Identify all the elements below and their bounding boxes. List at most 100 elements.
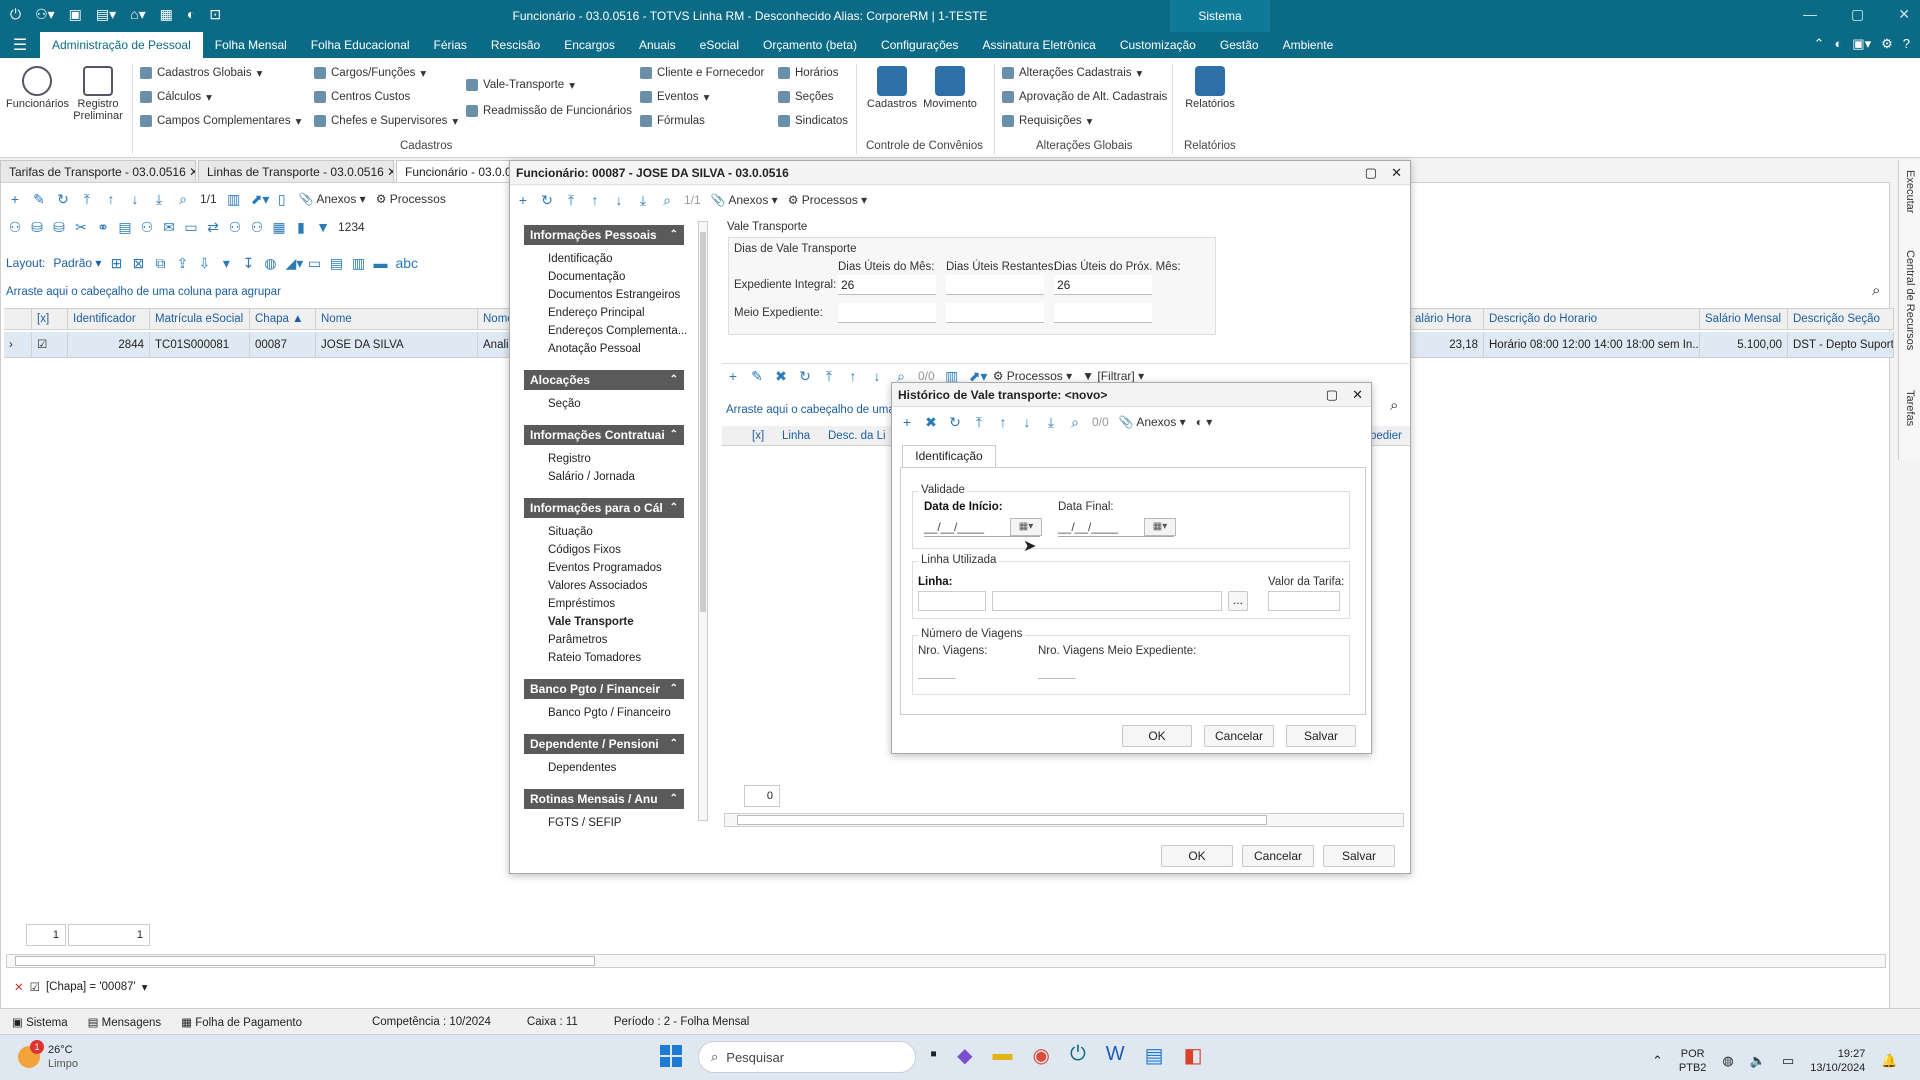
filter-dropdown-icon[interactable]: ▾ [142, 980, 148, 994]
chefes-supervisores-item[interactable]: Chefes e Supervisores ▾ [314, 110, 458, 132]
copilot-icon[interactable]: ◆ [957, 1043, 972, 1068]
layout-save-icon[interactable]: ▾ [219, 256, 233, 270]
first-icon[interactable]: ⤒ [972, 415, 986, 429]
nav-scroll-thumb[interactable] [700, 232, 706, 612]
link-icon[interactable]: ⚭ [96, 220, 110, 234]
delete-icon[interactable]: ✖ [924, 415, 938, 429]
view1-icon[interactable]: ▭ [307, 256, 321, 270]
grid-search-icon[interactable]: ⌕ [1872, 282, 1880, 299]
edit-icon[interactable]: ✎ [750, 369, 764, 383]
nav-vale-transporte[interactable]: Vale Transporte [548, 616, 634, 628]
inner-scroll-thumb[interactable] [737, 815, 1267, 825]
integral-dias-proximo-field[interactable]: 26 [1054, 275, 1152, 295]
search-icon[interactable]: ⌕ [660, 193, 674, 207]
collapse-icon[interactable]: ⌃ [670, 425, 678, 445]
collapse-icon[interactable]: ⌃ [670, 789, 678, 809]
centros-custos-item[interactable]: Centros Custos [314, 86, 410, 108]
weather-widget[interactable]: 1 26°C Limpo [18, 1040, 78, 1071]
registro-preliminar-button[interactable]: Registro Preliminar [72, 62, 124, 122]
maximize-icon[interactable]: ▢ [1851, 6, 1864, 23]
status-folha[interactable]: ▦ Folha de Pagamento [181, 1015, 302, 1029]
tab-rescisao[interactable]: Rescisão [479, 32, 552, 58]
nav-documentacao[interactable]: Documentação [548, 271, 625, 283]
tab-funcionario[interactable]: Funcionário - 03.0.051 [396, 160, 516, 182]
nav-secao[interactable]: Seção [548, 398, 581, 410]
tools-icon[interactable]: ✂ [74, 220, 88, 234]
layout-select[interactable]: Padrão ▾ [53, 256, 101, 270]
word-icon[interactable]: W [1106, 1043, 1125, 1068]
meio-dias-proximo-field[interactable] [1054, 303, 1152, 323]
eventos-item[interactable]: Eventos ▾ [640, 86, 709, 108]
collapse-icon[interactable]: ⌃ [670, 225, 678, 245]
valor-tarifa-field[interactable] [1268, 591, 1340, 611]
refresh-icon[interactable]: ↻ [540, 193, 554, 207]
relatorios-button[interactable]: Relatórios [1180, 62, 1240, 110]
dialog-anexos-button[interactable]: 📎 Anexos ▾ [1119, 415, 1186, 429]
nav-registro[interactable]: Registro [548, 453, 591, 465]
up-icon[interactable]: ↑ [104, 192, 118, 206]
up-icon[interactable]: ↑ [588, 193, 602, 207]
cancel-button[interactable]: Cancelar [1242, 845, 1314, 867]
calculos-item[interactable]: Cálculos ▾ [140, 86, 212, 108]
taskbar-search[interactable]: ⌕ Pesquisar [698, 1041, 916, 1073]
view3-icon[interactable]: ▥ [351, 256, 365, 270]
anexos-button[interactable]: 📎 Anexos ▾ [711, 193, 778, 207]
last-icon[interactable]: ⤓ [636, 193, 650, 207]
nav-eventos-programados[interactable]: Eventos Programados [548, 562, 662, 574]
nav-section-rotinas[interactable]: Rotinas Mensais / Anu ⌃ [524, 789, 684, 809]
collapse-icon[interactable]: ⌃ [670, 734, 678, 754]
nav-emprestimos[interactable]: Empréstimos [548, 598, 615, 610]
nav-rateio-tomadores[interactable]: Rateio Tomadores [548, 652, 641, 664]
nav-section-alocacoes[interactable]: Alocações ⌃ [524, 370, 684, 390]
minimize-icon[interactable]: — [1803, 6, 1817, 23]
remove-filter-icon[interactable]: ✕ [14, 980, 24, 994]
view2-icon[interactable]: ▤ [329, 256, 343, 270]
tab-identificacao[interactable]: Identificação [902, 445, 996, 467]
network-icon[interactable]: ◍ [1722, 1053, 1733, 1069]
col-chapa[interactable]: Chapa ▲ [250, 309, 316, 329]
nav-dependentes[interactable]: Dependentes [548, 762, 616, 774]
layout-pin-icon[interactable]: ↧ [241, 256, 255, 270]
integral-dias-mes-field[interactable]: 26 [838, 275, 936, 295]
doc-icon[interactable]: ▤ [118, 220, 132, 234]
first-icon[interactable]: ⤒ [80, 192, 94, 206]
dialog-process-icon[interactable]: ◐ ▾ [1196, 415, 1213, 429]
linha-desc-field[interactable] [992, 591, 1222, 611]
close-icon[interactable]: ✕ [1352, 383, 1363, 407]
collapse-icon[interactable]: ⌃ [670, 679, 678, 699]
columns-icon[interactable]: ▥ [227, 192, 241, 206]
notifications-icon[interactable]: 🔔 [1881, 1053, 1897, 1069]
row-expand-icon[interactable]: › [4, 332, 32, 357]
aprovacao-item[interactable]: Aprovação de Alt. Cadastrais [1002, 86, 1167, 108]
search-icon[interactable]: ⌕ [1068, 415, 1082, 429]
document-icon[interactable]: ▯ [275, 192, 289, 206]
tab-administracao[interactable]: Administração de Pessoal [40, 32, 203, 58]
person-icon[interactable]: ⚇ [140, 220, 154, 234]
secoes-item[interactable]: Seções [778, 86, 833, 108]
col-descricao-horario[interactable]: Descrição do Horario [1484, 309, 1700, 329]
col-matricula[interactable]: Matrícula eSocial [150, 309, 250, 329]
volume-icon[interactable]: 🔈 [1750, 1053, 1766, 1069]
sindicatos-item[interactable]: Sindicatos [778, 110, 848, 132]
readmissao-item[interactable]: Readmissão de Funcionários [466, 100, 632, 122]
formulas-item[interactable]: Fórmulas [640, 110, 705, 132]
nav-banco-pgto[interactable]: Banco Pgto / Financeiro [548, 707, 671, 719]
status-mensagens[interactable]: ▤ Mensagens [88, 1015, 162, 1029]
tab-customizacao[interactable]: Customização [1108, 32, 1208, 58]
tab-ambiente[interactable]: Ambiente [1271, 32, 1346, 58]
nav-scrollbar[interactable] [698, 221, 708, 821]
settings-icon[interactable]: ⚙ [1881, 36, 1893, 52]
close-icon[interactable]: ✕ [1898, 6, 1910, 23]
linha-lookup-button[interactable]: ... [1228, 591, 1248, 611]
tab-gestao[interactable]: Gestão [1208, 32, 1271, 58]
clock[interactable]: 19:27 13/10/2024 [1810, 1047, 1865, 1075]
search-icon[interactable]: ⌕ [176, 192, 190, 206]
tab-folha-mensal[interactable]: Folha Mensal [203, 32, 299, 58]
col-nome-2[interactable]: Nome [478, 309, 512, 329]
cargos-funcoes-item[interactable]: Cargos/Funções ▾ [314, 62, 426, 84]
processos-button[interactable]: ⚙ Processos ▾ [788, 193, 867, 207]
tab-ferias[interactable]: Férias [422, 32, 479, 58]
nav-identificacao[interactable]: Identificação [548, 253, 613, 265]
nro-viagens-meio-field[interactable] [1038, 659, 1076, 679]
notepad-icon[interactable]: ▤ [1145, 1043, 1164, 1068]
